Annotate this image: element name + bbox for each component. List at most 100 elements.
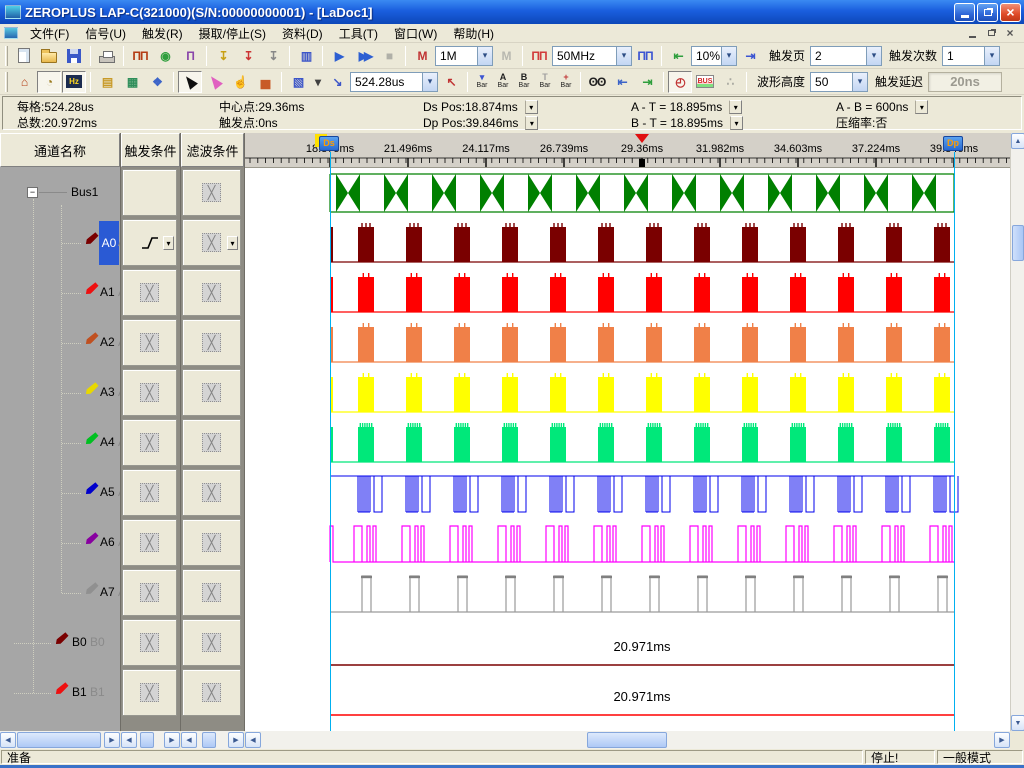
trigger-cell-a3[interactable]: ╳ xyxy=(122,369,177,416)
dp-pos-dropdown[interactable]: ▾ xyxy=(525,116,538,130)
chevron-down-icon[interactable]: ▾ xyxy=(616,47,631,65)
mdi-close-button[interactable]: × xyxy=(1002,26,1018,40)
a-minus-b-dropdown[interactable]: ▾ xyxy=(915,100,928,114)
channel-panel-scrollbar[interactable] xyxy=(0,731,120,749)
a2-pen-icon[interactable] xyxy=(84,332,99,346)
channel-b0-label[interactable]: B0 xyxy=(72,635,87,649)
filter-cell-a2[interactable]: ╳ xyxy=(182,319,241,366)
a4-pen-icon[interactable] xyxy=(84,432,99,446)
trigger-cell-bus1[interactable] xyxy=(122,169,177,216)
scroll-left-icon[interactable] xyxy=(245,732,261,748)
menu-item-1[interactable]: 信号(U) xyxy=(77,24,134,43)
channel-a2-label[interactable]: A2 xyxy=(100,335,115,349)
scroll-thumb[interactable] xyxy=(140,732,154,748)
statistics-button[interactable]: ▅ xyxy=(253,71,277,93)
restore-button[interactable] xyxy=(977,3,998,22)
close-button[interactable]: × xyxy=(1000,3,1021,22)
a3-pen-icon[interactable] xyxy=(84,382,99,396)
filter-cell-a1[interactable]: ╳ xyxy=(182,269,241,316)
memory-page-button[interactable]: M xyxy=(494,45,518,67)
mdi-minimize-button[interactable] xyxy=(964,26,980,40)
chevron-down-icon[interactable]: ▾ xyxy=(227,236,238,250)
repeat-run-button[interactable]: ▶▶ xyxy=(352,45,376,67)
a6-pen-icon[interactable] xyxy=(84,532,99,546)
bus-trigger-button[interactable]: BUS xyxy=(693,71,717,93)
minimize-button[interactable] xyxy=(954,3,975,22)
waveform-area[interactable]: 20.971ms20.971ms 18.875ms21.496ms24.117m… xyxy=(245,133,1010,731)
vertical-scrollbar[interactable] xyxy=(1010,133,1024,731)
sampling-frequency-select[interactable]: 50MHz▾ xyxy=(552,46,632,66)
channel-a5-label[interactable]: A5 xyxy=(100,485,115,499)
acquisition-time-button[interactable]: ◔ xyxy=(37,71,61,93)
filter-column-scrollbar[interactable] xyxy=(181,731,244,749)
toolbar-grip[interactable] xyxy=(5,46,8,66)
external-clock-button[interactable]: ПП xyxy=(633,45,657,67)
trigger-position-right-button[interactable]: ⇥ xyxy=(738,45,762,67)
a1-pen-icon[interactable] xyxy=(84,282,99,296)
b1-pen-icon[interactable] xyxy=(54,682,69,696)
scroll-left-icon[interactable] xyxy=(0,732,16,748)
filter-cell-b1[interactable]: ╳ xyxy=(182,669,241,716)
find-button[interactable]: ʘʘ xyxy=(585,71,609,93)
b-minus-t-dropdown[interactable]: ▾ xyxy=(730,116,743,130)
ds-pos-dropdown[interactable]: ▾ xyxy=(525,100,538,114)
menu-item-3[interactable]: 摄取/停止(S) xyxy=(191,24,274,43)
memory-depth-button[interactable]: M xyxy=(410,45,434,67)
trigger-cell-a4[interactable]: ╳ xyxy=(122,419,177,466)
print-button[interactable] xyxy=(95,45,119,67)
trigger-position-select[interactable]: 10%▾ xyxy=(691,46,737,66)
hand-tool-button[interactable]: ☝ xyxy=(228,71,252,93)
scroll-right-icon[interactable] xyxy=(994,732,1010,748)
filter-cell-b0[interactable]: ╳ xyxy=(182,619,241,666)
menu-item-6[interactable]: 窗口(W) xyxy=(386,24,445,43)
b-bar-button[interactable]: BBar xyxy=(514,71,534,93)
chevron-down-icon[interactable]: ▾ xyxy=(984,47,999,65)
stop-button[interactable]: ■ xyxy=(377,45,401,67)
channel-a4-label[interactable]: A4 xyxy=(100,435,115,449)
listing-view-button[interactable]: ▦ xyxy=(120,71,144,93)
jump-right-button[interactable]: ⇥ xyxy=(635,71,659,93)
menu-item-0[interactable]: 文件(F) xyxy=(22,24,77,43)
channel-a0-label-selected[interactable]: A0 xyxy=(99,221,119,265)
filter-cell-a4[interactable]: ╳ xyxy=(182,419,241,466)
waveform-view-button[interactable]: ▤ xyxy=(95,71,119,93)
channel-a6-label[interactable]: A6 xyxy=(100,535,115,549)
channel-b1-label[interactable]: B1 xyxy=(72,685,87,699)
filter-cell-a7[interactable]: ╳ xyxy=(182,569,241,616)
chevron-down-icon[interactable]: ▾ xyxy=(163,236,174,250)
wave-height-select[interactable]: 50▾ xyxy=(810,72,868,92)
new-file-button[interactable] xyxy=(12,45,36,67)
frequency-display-button[interactable]: Hz xyxy=(62,71,86,93)
chevron-down-icon[interactable]: ▾ xyxy=(721,47,736,65)
zoom-mode-dropdown-button[interactable]: ▾ xyxy=(311,71,324,93)
save-file-button[interactable] xyxy=(62,45,86,67)
bus-label[interactable]: Bus1 xyxy=(71,185,98,199)
trigger-page-select[interactable]: 2▾ xyxy=(810,46,882,66)
tree-collapse-icon[interactable]: − xyxy=(27,187,38,198)
trigger-cell-a7[interactable]: ╳ xyxy=(122,569,177,616)
internal-clock-button[interactable]: ПП xyxy=(527,45,551,67)
menu-item-2[interactable]: 触发(R) xyxy=(134,24,191,43)
scroll-right-icon[interactable] xyxy=(164,732,180,748)
bus-property-button[interactable]: П xyxy=(178,45,202,67)
a0-pen-icon[interactable] xyxy=(84,232,99,246)
channel-a1-label[interactable]: A1 xyxy=(100,285,115,299)
t-bar-button[interactable]: TBar xyxy=(535,71,555,93)
add-bar-button[interactable]: +Bar xyxy=(556,71,576,93)
scroll-thumb[interactable] xyxy=(587,732,667,748)
channel-a3-label[interactable]: A3 xyxy=(100,385,115,399)
trigger-cell-b1[interactable]: ╳ xyxy=(122,669,177,716)
zoom-fit-button[interactable]: ↘ xyxy=(325,71,349,93)
trigger-cell-a2[interactable]: ╳ xyxy=(122,319,177,366)
navigator-button[interactable]: ❖ xyxy=(145,71,169,93)
filter-cell-a6[interactable]: ╳ xyxy=(182,519,241,566)
trigger-column-scrollbar[interactable] xyxy=(121,731,180,749)
move-bar-button[interactable]: ▾Bar xyxy=(472,71,492,93)
trigger-content-button[interactable]: ↧ xyxy=(211,45,235,67)
sync-button[interactable]: ∴ xyxy=(718,71,742,93)
home-button[interactable]: ⌂ xyxy=(12,71,36,93)
menu-item-7[interactable]: 帮助(H) xyxy=(445,24,502,43)
trigger-cell-b0[interactable]: ╳ xyxy=(122,619,177,666)
trigger-position-left-button[interactable]: ⇤ xyxy=(666,45,690,67)
channel-a7-label[interactable]: A7 xyxy=(100,585,115,599)
